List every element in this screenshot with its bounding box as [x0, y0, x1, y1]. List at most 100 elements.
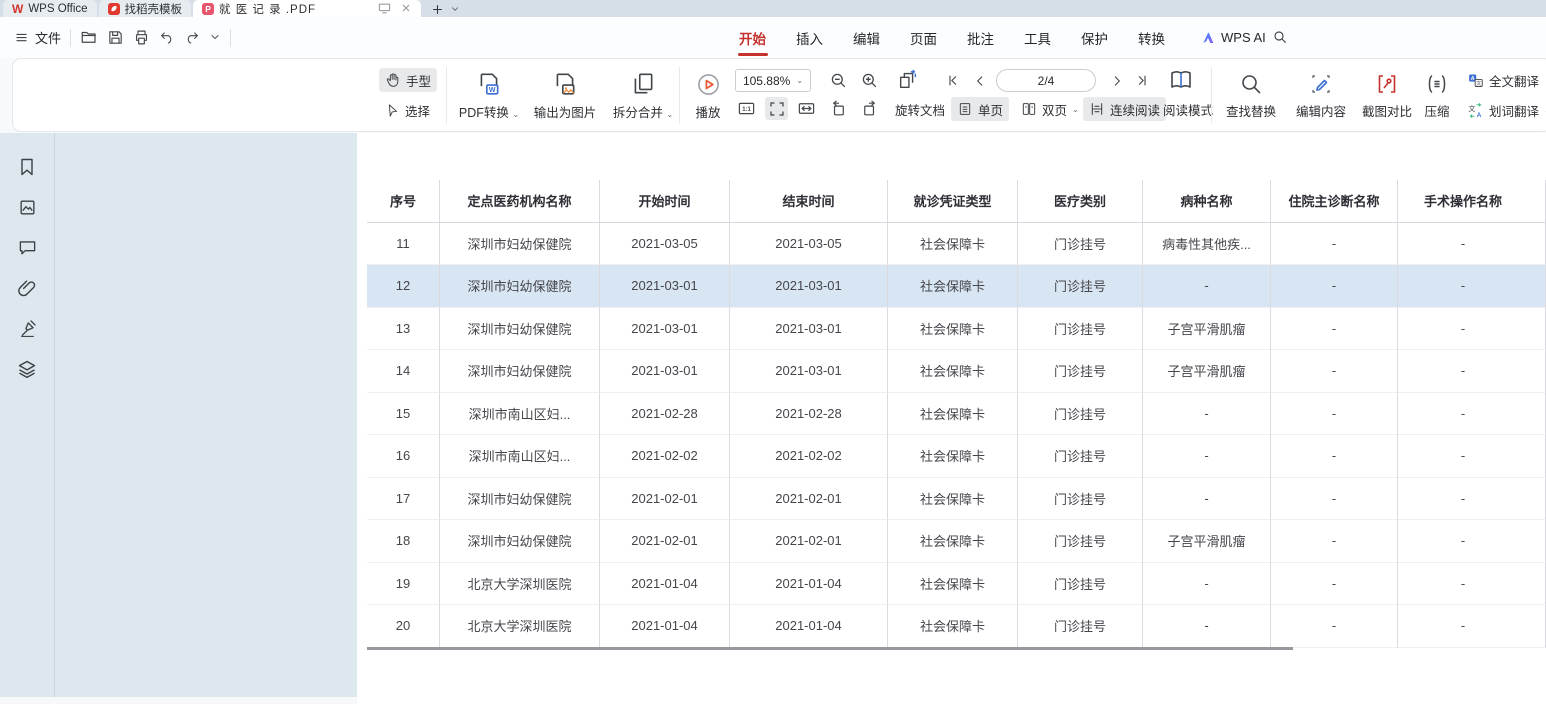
open-file-button[interactable]: [80, 28, 98, 46]
layers-panel-button[interactable]: [17, 359, 37, 379]
last-page-icon: [1135, 73, 1150, 88]
word-translate-button[interactable]: 划词翻译 ⌄: [1461, 98, 1546, 122]
table-cell: 2021-01-04: [600, 563, 730, 606]
table-cell: -: [1271, 350, 1398, 393]
screenshot-compare-button[interactable]: 截图对比: [1355, 65, 1419, 127]
export-image-button[interactable]: 输出为图片: [527, 65, 603, 127]
tab-wps-office[interactable]: W WPS Office: [3, 0, 97, 17]
zoom-out-button[interactable]: [827, 69, 850, 92]
comments-panel-button[interactable]: [18, 238, 37, 257]
screenshot-compare-label: 截图对比: [1362, 101, 1412, 120]
thumbnails-panel-button[interactable]: [18, 198, 37, 217]
next-page-button[interactable]: [1105, 69, 1128, 92]
actual-size-button[interactable]: [735, 97, 758, 120]
ribbon-tab-3[interactable]: 编辑: [852, 18, 881, 58]
medical-records-table: 序号定点医药机构名称开始时间结束时间就诊凭证类型医疗类别病种名称住院主诊断名称手…: [367, 180, 1546, 648]
ribbon-tab-1[interactable]: 开始: [738, 18, 767, 58]
new-tab-button[interactable]: [431, 1, 444, 17]
table-cell: 2021-03-05: [600, 223, 730, 266]
table-cell: 子宫平滑肌瘤: [1143, 350, 1271, 393]
table-cell-stub: [1528, 478, 1546, 521]
ribbon-tab-7[interactable]: 保护: [1080, 18, 1109, 58]
double-page-button[interactable]: 双页 ⌄: [1015, 97, 1085, 121]
table-cell: -: [1143, 435, 1271, 478]
quick-access-chevron-icon[interactable]: [209, 29, 221, 47]
document-title: 就 医 记 录 .PDF: [219, 1, 316, 17]
table-cell: 社会保障卡: [888, 435, 1018, 478]
table-cell: 19: [367, 563, 440, 606]
zoom-level-control[interactable]: 105.88% ⌄: [735, 69, 811, 92]
column-header: 结束时间: [730, 180, 888, 223]
read-mode-button[interactable]: 阅读模式: [1157, 97, 1219, 121]
table-cell: -: [1271, 393, 1398, 436]
file-menu-button[interactable]: 文件: [14, 28, 61, 47]
first-page-icon: [945, 73, 960, 88]
previous-page-button[interactable]: [968, 69, 991, 92]
signature-panel-button[interactable]: [18, 319, 37, 338]
compress-button[interactable]: 压缩: [1415, 65, 1459, 127]
column-header-stub: [1528, 180, 1546, 223]
bookmarks-panel-button[interactable]: [17, 157, 37, 177]
table-cell: 深圳市妇幼保健院: [440, 265, 600, 308]
fit-page-button[interactable]: [765, 97, 788, 120]
ribbon-tab-5[interactable]: 批注: [966, 18, 995, 58]
wps-ai-button[interactable]: WPS AI: [1200, 17, 1266, 58]
ribbon-tab-2[interactable]: 插入: [795, 18, 824, 58]
screenshot-compare-icon: [1375, 72, 1399, 96]
tab-document-pdf[interactable]: P 就 医 记 录 .PDF: [193, 0, 421, 17]
pdf-convert-button[interactable]: PDF转换 ⌄: [453, 65, 525, 127]
table-cell: 门诊挂号: [1018, 605, 1143, 648]
table-cell: 2021-02-01: [730, 520, 888, 563]
rotate-right-button[interactable]: [858, 97, 881, 120]
table-cell: 2021-02-01: [600, 478, 730, 521]
split-merge-button[interactable]: 拆分合并 ⌄: [607, 65, 679, 127]
table-cell: -: [1398, 265, 1528, 308]
hand-tool-label: 手型: [406, 71, 431, 90]
continuous-read-button[interactable]: 连续阅读: [1083, 97, 1166, 121]
table-cell: 社会保障卡: [888, 478, 1018, 521]
table-cell: 2021-01-04: [730, 605, 888, 648]
close-tab-icon[interactable]: [400, 2, 412, 14]
full-translate-button[interactable]: 全文翻译: [1461, 68, 1545, 92]
tab-list-chevron-icon[interactable]: [450, 3, 460, 14]
select-tool-button[interactable]: 选择: [379, 98, 436, 122]
table-cell: 病毒性其他疾...: [1143, 223, 1271, 266]
horizontal-scrollbar[interactable]: [0, 697, 357, 704]
attachments-panel-button[interactable]: [17, 278, 37, 298]
fit-width-button[interactable]: [795, 97, 818, 120]
first-page-button[interactable]: [941, 69, 964, 92]
save-button[interactable]: [107, 29, 124, 47]
double-page-icon: [1021, 101, 1037, 117]
menu-search-icon[interactable]: [1272, 28, 1288, 46]
replace-page-button[interactable]: [895, 68, 921, 91]
table-cell: 13: [367, 308, 440, 351]
table-cell: 深圳市妇幼保健院: [440, 478, 600, 521]
print-button[interactable]: [133, 29, 150, 47]
ribbon-tab-4[interactable]: 页面: [909, 18, 938, 58]
double-page-label: 双页: [1042, 100, 1067, 119]
rotate-document-label: 旋转文档: [895, 100, 945, 119]
rotate-left-button[interactable]: [827, 97, 850, 120]
file-menu-label: 文件: [35, 28, 61, 47]
redo-button[interactable]: [184, 29, 200, 47]
play-icon: [696, 72, 721, 97]
tab-docer-templates[interactable]: 找稻壳模板: [99, 0, 192, 17]
find-replace-button[interactable]: 查找替换: [1219, 65, 1283, 127]
table-cell: 门诊挂号: [1018, 520, 1143, 563]
zoom-chevron-icon: ⌄: [796, 76, 803, 85]
hand-tool-button[interactable]: 手型: [379, 68, 437, 92]
ribbon-tab-6[interactable]: 工具: [1023, 18, 1052, 58]
undo-button[interactable]: [159, 29, 175, 47]
table-cell: 子宫平滑肌瘤: [1143, 520, 1271, 563]
last-page-button[interactable]: [1131, 69, 1154, 92]
table-cell: 深圳市妇幼保健院: [440, 223, 600, 266]
single-page-button[interactable]: 单页: [951, 97, 1009, 121]
cast-screen-icon[interactable]: [378, 2, 391, 15]
edit-content-button[interactable]: 编辑内容: [1289, 65, 1353, 127]
docer-logo-icon: [108, 3, 120, 15]
play-button[interactable]: 播放: [685, 65, 731, 127]
page-number-input[interactable]: 2/4: [996, 69, 1096, 92]
rotate-document-button[interactable]: 旋转文档: [889, 97, 951, 121]
ribbon-tab-8[interactable]: 转换: [1137, 18, 1166, 58]
zoom-in-button[interactable]: [858, 69, 881, 92]
